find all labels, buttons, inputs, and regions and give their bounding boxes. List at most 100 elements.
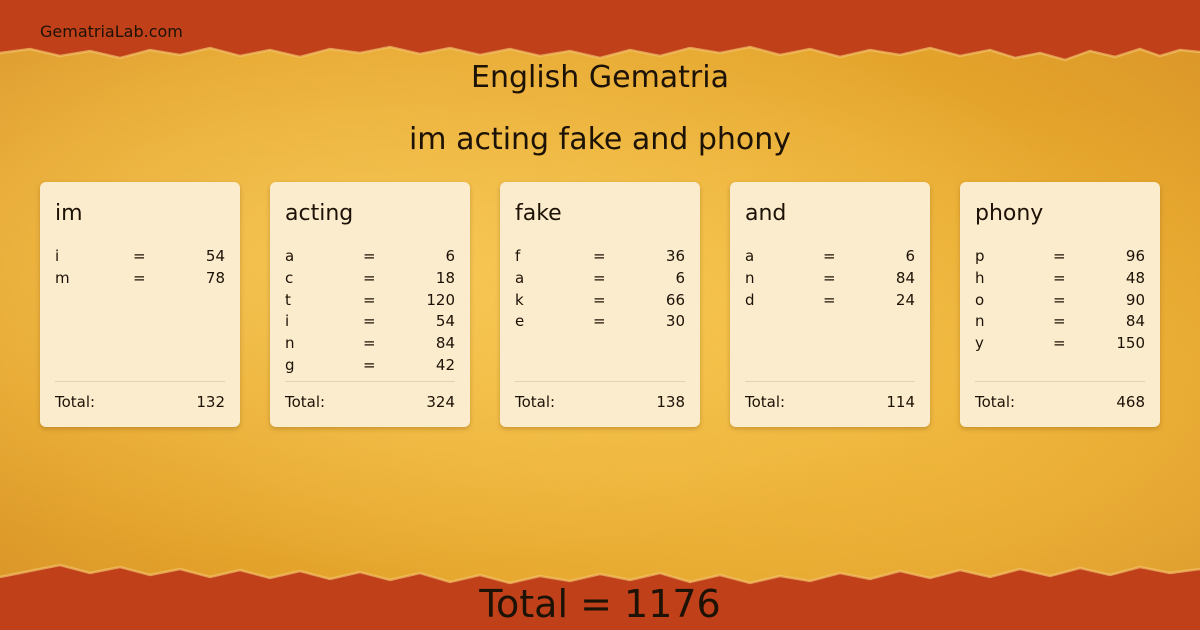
letter: d (745, 290, 755, 309)
letter-row: p = 96 (975, 246, 1145, 268)
letter: i (285, 312, 290, 331)
site-logo-text[interactable]: GematriaLab.com (40, 22, 183, 41)
letter-row: m = 78 (55, 268, 225, 290)
letter-row: t = 120 (285, 290, 455, 312)
equals-sign: = (593, 290, 606, 309)
letter-row: a = 6 (745, 246, 915, 268)
letter-value: 6 (905, 247, 915, 265)
equals-sign: = (593, 268, 606, 287)
card-word: phony (975, 201, 1044, 226)
letter: e (515, 312, 525, 331)
letter-row: n = 84 (285, 333, 455, 355)
equals-sign: = (1053, 312, 1066, 331)
letter: a (515, 268, 525, 287)
letter-row: y = 150 (975, 333, 1145, 355)
card-total: Total: 114 (745, 381, 915, 411)
letter-value: 84 (1125, 312, 1145, 331)
total-label: Total: (975, 393, 1016, 411)
letter-row: e = 30 (515, 311, 685, 333)
letter: n (285, 334, 295, 353)
letter-value: 30 (665, 312, 685, 331)
equals-sign: = (363, 268, 376, 287)
letter-value: 6 (445, 247, 455, 265)
total-value: 468 (1116, 393, 1145, 411)
letter: o (975, 290, 985, 309)
letter-value: 96 (1125, 247, 1145, 265)
letter-row: a = 6 (285, 246, 455, 268)
letter-value: 66 (665, 290, 685, 309)
letter: n (975, 312, 985, 331)
total-label: Total: (285, 393, 326, 411)
equals-sign: = (823, 290, 836, 309)
word-cards: im i = 54 m = 78 Total: 132 acting a = 6… (40, 182, 1160, 427)
letter-value: 150 (1116, 334, 1145, 353)
letter-value: 84 (895, 268, 915, 287)
equals-sign: = (1053, 247, 1066, 265)
letter-value: 78 (205, 268, 225, 287)
letter-value: 54 (205, 247, 225, 265)
letter-row: c = 18 (285, 268, 455, 290)
letter: p (975, 247, 985, 265)
equals-sign: = (823, 268, 836, 287)
equals-sign: = (133, 268, 146, 287)
letter-value: 84 (435, 334, 455, 353)
total-label: Total: (745, 393, 786, 411)
letter: m (55, 268, 70, 287)
word-card-fake: fake f = 36 a = 6 k = 66 e = 30 Total: 1… (500, 182, 700, 427)
equals-sign: = (1053, 290, 1066, 309)
letter-value: 36 (665, 247, 685, 265)
total-value: 114 (886, 393, 915, 411)
letter: i (55, 247, 60, 265)
letter-row: d = 24 (745, 290, 915, 312)
letter-value: 18 (435, 268, 455, 287)
letter-row: g = 42 (285, 355, 455, 377)
word-card-im: im i = 54 m = 78 Total: 132 (40, 182, 240, 427)
letter-row: n = 84 (745, 268, 915, 290)
equals-sign: = (593, 312, 606, 331)
card-word: acting (285, 201, 354, 226)
letter-row: i = 54 (55, 246, 225, 268)
total-value: 138 (656, 393, 685, 411)
card-word: im (55, 201, 83, 226)
card-total: Total: 132 (55, 381, 225, 411)
equals-sign: = (363, 334, 376, 353)
equals-sign: = (363, 290, 376, 309)
equals-sign: = (1053, 268, 1066, 287)
equals-sign: = (1053, 334, 1066, 353)
card-total: Total: 138 (515, 381, 685, 411)
letter-value: 90 (1125, 290, 1145, 309)
word-card-and: and a = 6 n = 84 d = 24 Total: 114 (730, 182, 930, 427)
letter-value: 54 (435, 312, 455, 331)
equals-sign: = (363, 355, 376, 374)
phrase-heading: im acting fake and phony (408, 122, 792, 157)
total-value: 132 (196, 393, 225, 411)
letter-row: a = 6 (515, 268, 685, 290)
equals-sign: = (593, 247, 606, 265)
total-label: Total: (515, 393, 556, 411)
card-word: and (745, 201, 787, 226)
letter: a (745, 247, 755, 265)
total-value: 324 (426, 393, 455, 411)
letter: a (285, 247, 295, 265)
letter-value: 6 (675, 268, 685, 287)
letter: c (285, 268, 294, 287)
letter-row: h = 48 (975, 268, 1145, 290)
letter-row: o = 90 (975, 290, 1145, 312)
total-label: Total: (55, 393, 96, 411)
letter: y (975, 334, 984, 353)
page-title: English Gematria (471, 60, 729, 95)
letter-row: n = 84 (975, 311, 1145, 333)
letter: g (285, 355, 295, 374)
equals-sign: = (363, 247, 376, 265)
equals-sign: = (363, 312, 376, 331)
letter-value: 120 (426, 290, 455, 309)
card-total: Total: 468 (975, 381, 1145, 411)
letter: t (285, 290, 291, 309)
equals-sign: = (133, 247, 146, 265)
card-word: fake (515, 201, 562, 226)
letter: f (515, 247, 521, 265)
letter-value: 24 (895, 290, 915, 309)
letter-row: i = 54 (285, 311, 455, 333)
grand-total: Total = 1176 (479, 582, 721, 626)
letter-value: 42 (435, 355, 455, 374)
